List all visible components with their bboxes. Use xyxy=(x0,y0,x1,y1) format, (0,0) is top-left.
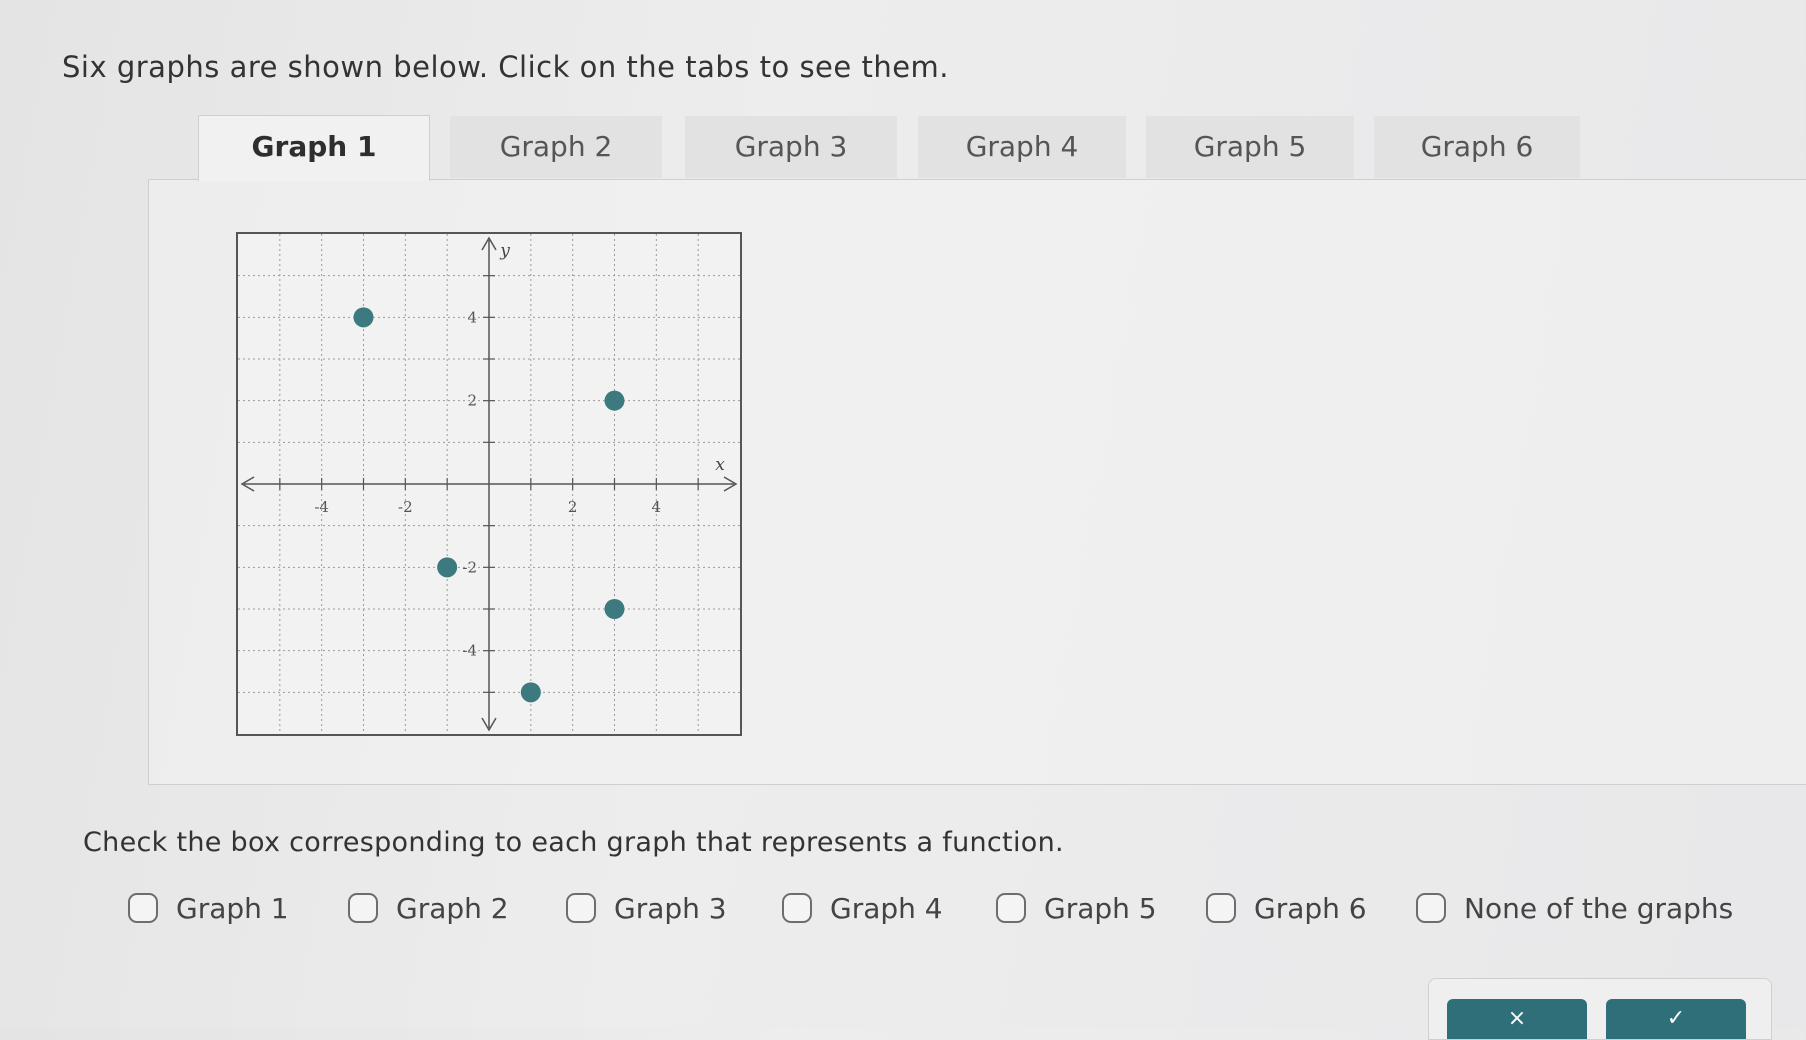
y-tick-label: 2 xyxy=(467,392,477,410)
action-bar: × ✓ xyxy=(1428,978,1772,1040)
checkbox[interactable] xyxy=(128,893,158,923)
check-button[interactable]: ✓ xyxy=(1606,999,1746,1039)
x-tick-label: -2 xyxy=(398,498,413,516)
instruction-text: Six graphs are shown below. Click on the… xyxy=(62,50,950,84)
coordinate-graph: -4 -2 2 4 4 2 -2 -4 x y xyxy=(236,232,742,736)
x-tick-label: 2 xyxy=(568,498,578,516)
option-none[interactable]: None of the graphs xyxy=(1416,886,1733,930)
checkbox[interactable] xyxy=(566,893,596,923)
data-point xyxy=(520,682,541,703)
tab-graph-6[interactable]: Graph 6 xyxy=(1374,116,1580,178)
checkbox[interactable] xyxy=(348,893,378,923)
y-tick-label: 4 xyxy=(467,308,477,326)
option-label: Graph 4 xyxy=(830,891,943,925)
checkbox[interactable] xyxy=(1206,893,1236,923)
y-tick-label: -4 xyxy=(462,642,477,660)
option-graph-1[interactable]: Graph 1 xyxy=(128,886,289,930)
x-tick-label: 4 xyxy=(652,498,662,516)
checkbox[interactable] xyxy=(782,893,812,923)
tab-graph-1[interactable]: Graph 1 xyxy=(198,115,430,181)
tab-graph-4[interactable]: Graph 4 xyxy=(918,116,1126,178)
data-point xyxy=(604,599,625,619)
option-label: Graph 2 xyxy=(396,891,509,925)
x-axis-label: x xyxy=(715,455,725,475)
option-label: Graph 3 xyxy=(614,891,727,925)
tab-graph-3[interactable]: Graph 3 xyxy=(685,116,897,178)
data-point xyxy=(604,390,625,411)
option-graph-5[interactable]: Graph 5 xyxy=(996,886,1157,930)
option-label: Graph 1 xyxy=(176,891,289,925)
option-label: Graph 6 xyxy=(1254,891,1367,925)
clear-button[interactable]: × xyxy=(1447,999,1587,1039)
option-graph-2[interactable]: Graph 2 xyxy=(348,886,509,930)
tab-graph-2[interactable]: Graph 2 xyxy=(450,116,662,178)
data-point xyxy=(353,307,374,328)
tab-graph-5[interactable]: Graph 5 xyxy=(1146,116,1354,178)
answer-options: Graph 1 Graph 2 Graph 3 Graph 4 Graph 5 … xyxy=(128,886,1748,946)
option-label: Graph 5 xyxy=(1044,891,1157,925)
data-point xyxy=(437,557,458,578)
option-graph-6[interactable]: Graph 6 xyxy=(1206,886,1367,930)
checkbox[interactable] xyxy=(996,893,1026,923)
option-graph-4[interactable]: Graph 4 xyxy=(782,886,943,930)
question-text: Check the box corresponding to each grap… xyxy=(83,827,1064,858)
graph-svg: -4 -2 2 4 4 2 -2 -4 x y xyxy=(238,234,740,734)
option-label: None of the graphs xyxy=(1464,891,1734,925)
y-axis-label: y xyxy=(499,241,510,261)
y-tick-label: -2 xyxy=(462,558,477,576)
option-graph-3[interactable]: Graph 3 xyxy=(566,886,727,930)
checkbox[interactable] xyxy=(1416,893,1446,923)
x-tick-label: -4 xyxy=(314,498,329,516)
